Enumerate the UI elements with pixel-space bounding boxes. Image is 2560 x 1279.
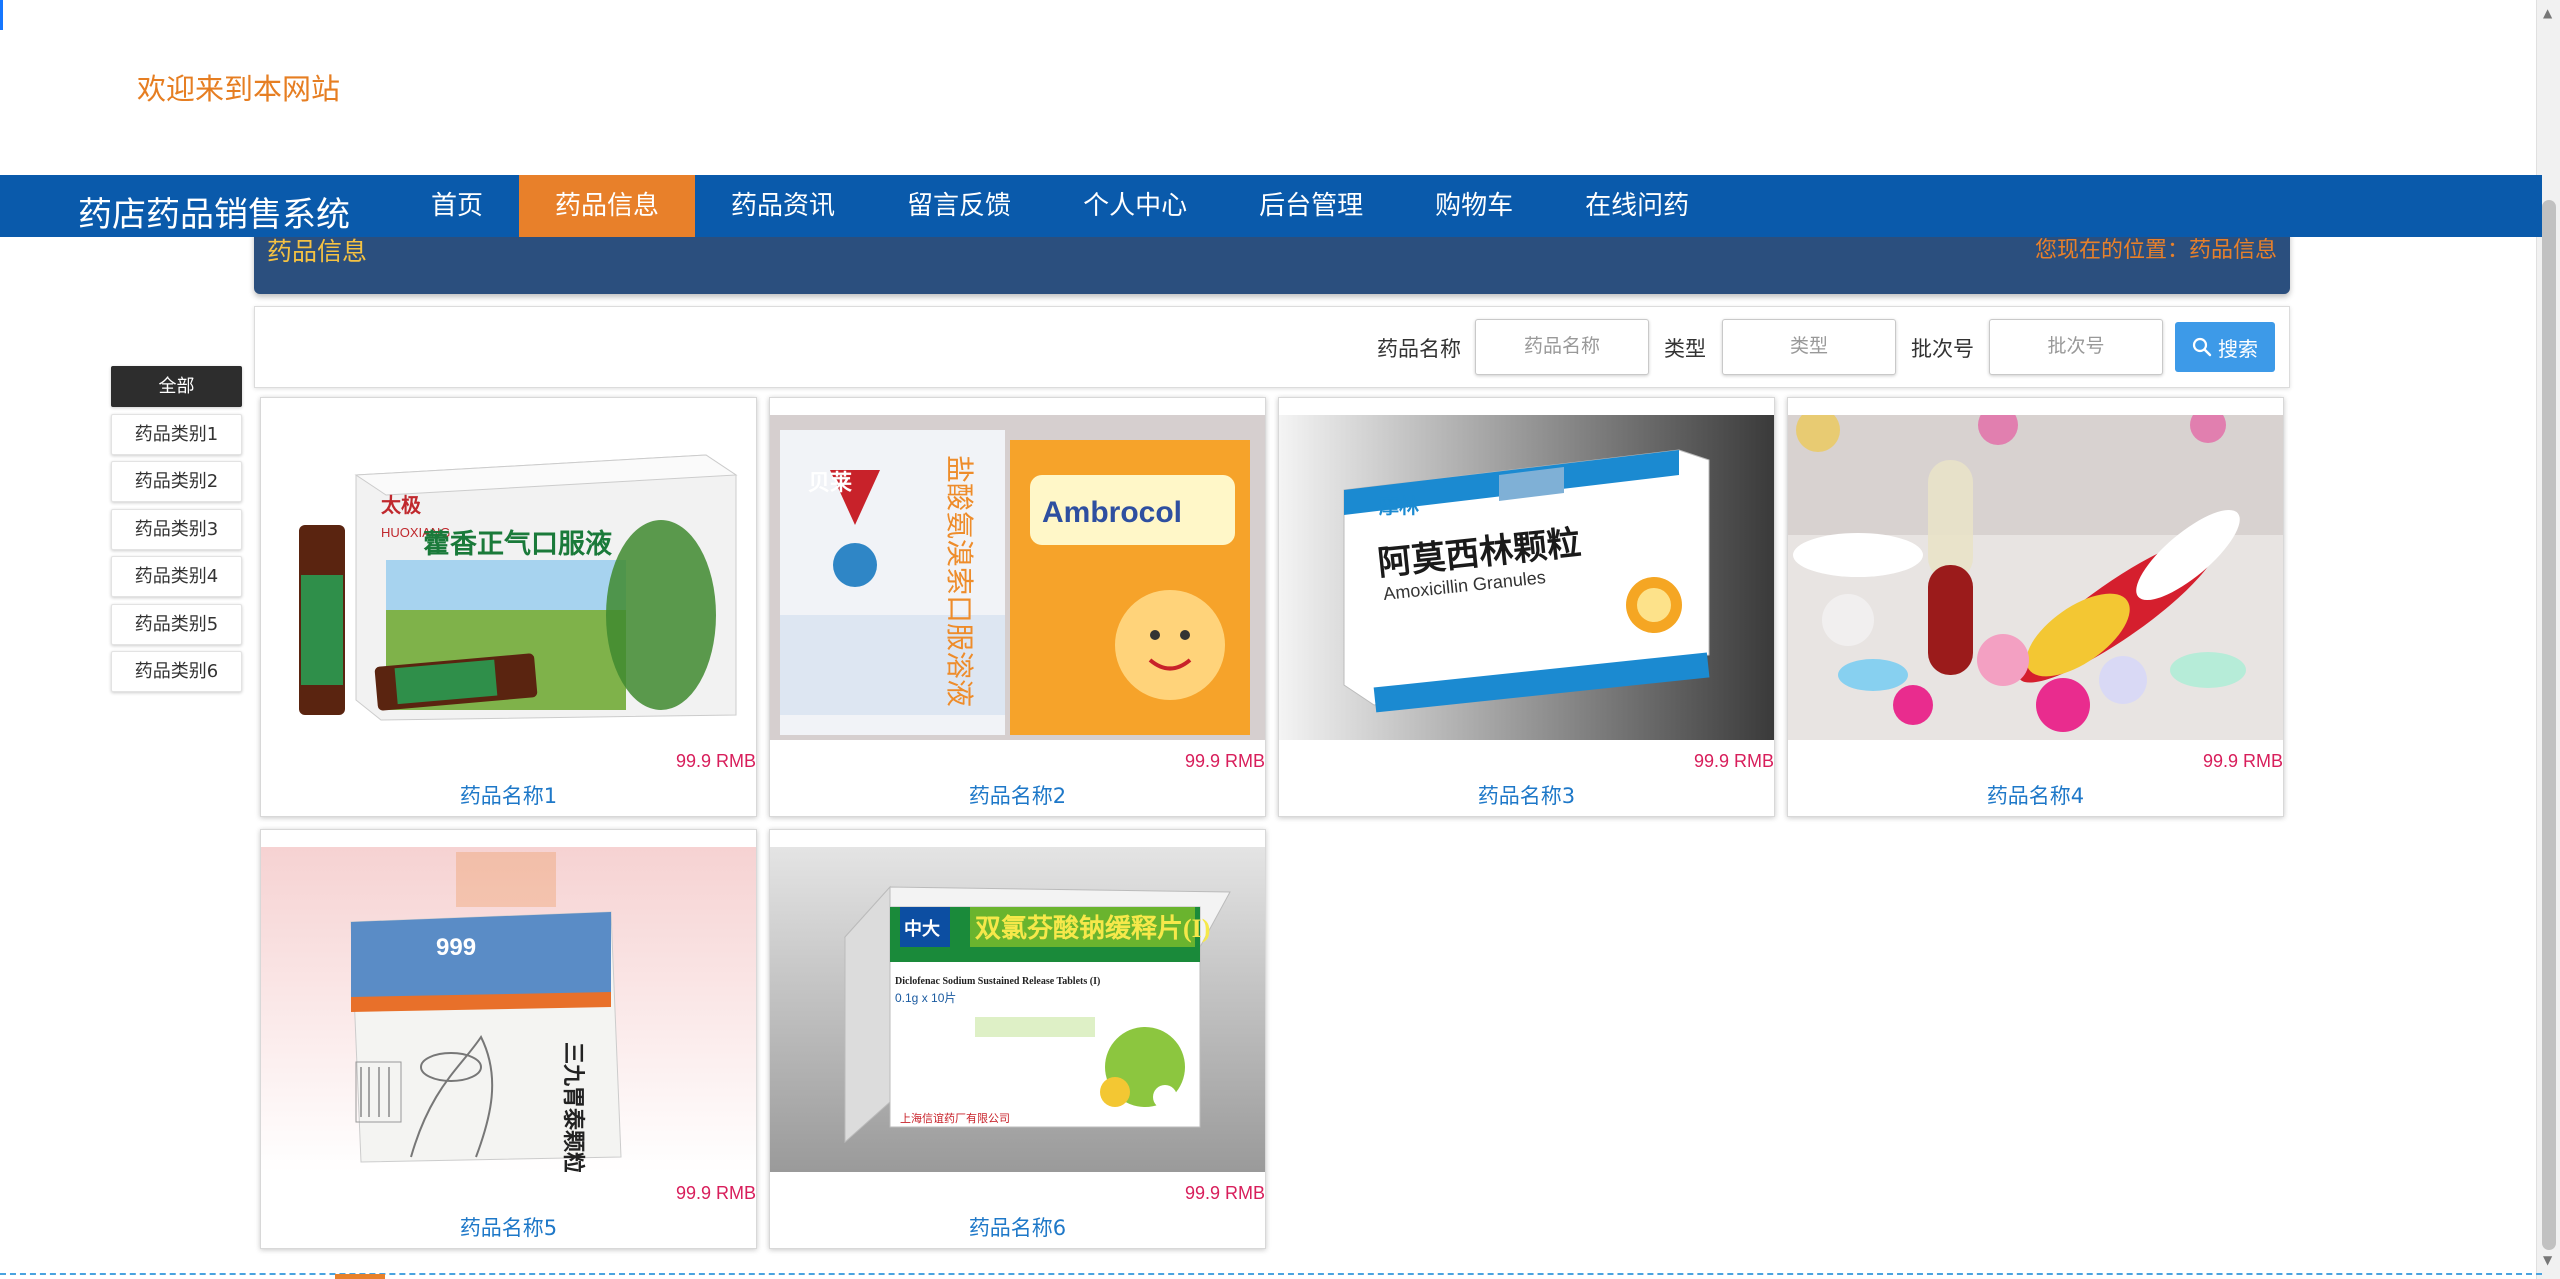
nav-menu: 首页 药品信息 药品资讯 留言反馈 个人中心 后台管理 购物车 在线问药: [395, 175, 1725, 237]
welcome-text: 欢迎来到本网站: [137, 72, 341, 106]
product-price: 99.9 RMB: [1184, 751, 1265, 771]
svg-text:盐酸氨溴索口服溶液: 盐酸氨溴索口服溶液: [944, 455, 975, 707]
corner-marker: [0, 0, 3, 30]
svg-text:999: 999: [436, 934, 476, 961]
svg-text:藿香正气口服液: 藿香正气口服液: [423, 529, 612, 559]
product-price: 99.9 RMB: [1693, 751, 1774, 771]
svg-text:贝莱: 贝莱: [808, 470, 852, 495]
type-input[interactable]: [1722, 319, 1896, 375]
category-item[interactable]: 药品类别6: [111, 651, 242, 692]
product-price: 99.9 RMB: [2202, 751, 2283, 771]
category-sidebar: 全部 药品类别1 药品类别2 药品类别3 药品类别4 药品类别5 药品类别6: [111, 366, 242, 699]
product-card[interactable]: 摩林 阿莫西林颗粒 Amoxicillin Granules 99.9 RMB …: [1278, 397, 1775, 817]
product-card[interactable]: 太极 HUOXIANG 藿香正气口服液 99.9 RMB 药品名称1: [260, 397, 757, 817]
search-button-label: 搜索: [2218, 338, 2258, 361]
bottom-accent: [335, 1274, 385, 1279]
main-navbar: 药店药品销售系统 首页 药品信息 药品资讯 留言反馈 个人中心 后台管理 购物车…: [0, 175, 2542, 237]
product-card[interactable]: 双氯芬酸钠缓释片(I) Diclofenac Sodium Sustained …: [769, 829, 1266, 1249]
nav-item-feedback[interactable]: 留言反馈: [871, 175, 1047, 237]
category-item[interactable]: 药品类别5: [111, 603, 242, 645]
product-name[interactable]: 药品名称1: [261, 780, 756, 810]
batch-label: 批次号: [1911, 337, 1974, 361]
product-card[interactable]: 999 三九胃泰颗粒 99.9 RMB 药品名称5: [260, 829, 757, 1249]
page-title: 药品信息: [267, 237, 368, 266]
svg-text:双氯芬酸钠缓释片(I): 双氯芬酸钠缓释片(I): [975, 913, 1210, 943]
product-name[interactable]: 药品名称4: [1788, 780, 2283, 810]
scroll-down-arrow-icon[interactable]: ▼: [2543, 1253, 2552, 1267]
scrollbar-thumb[interactable]: [2542, 200, 2556, 1250]
type-label: 类型: [1664, 337, 1706, 361]
nav-item-drug-info[interactable]: 药品信息: [519, 175, 696, 237]
svg-text:三九胃泰颗粒: 三九胃泰颗粒: [561, 1042, 586, 1172]
product-image[interactable]: 摩林 阿莫西林颗粒 Amoxicillin Granules: [1279, 415, 1774, 740]
category-item[interactable]: 药品类别2: [111, 461, 242, 502]
category-all[interactable]: 全部: [111, 366, 242, 407]
product-price: 99.9 RMB: [675, 751, 756, 771]
product-price: 99.9 RMB: [1184, 1183, 1265, 1203]
product-price: 99.9 RMB: [675, 1183, 756, 1203]
nav-item-cart[interactable]: 购物车: [1399, 175, 1549, 237]
svg-text:摩林: 摩林: [1379, 494, 1419, 518]
category-item[interactable]: 药品类别1: [111, 413, 242, 455]
site-brand[interactable]: 药店药品销售系统: [78, 187, 350, 236]
product-image[interactable]: 双氯芬酸钠缓释片(I) Diclofenac Sodium Sustained …: [770, 847, 1265, 1172]
svg-text:中大: 中大: [904, 918, 940, 939]
product-card[interactable]: 贝莱 盐酸氨溴索口服溶液 Ambrocol 99.9 RMB 药品名称2: [769, 397, 1266, 817]
nav-item-personal-center[interactable]: 个人中心: [1047, 175, 1223, 237]
page: 欢迎来到本网站 ▲ ▼ 药店药品销售系统 首页 药品信息 药品资讯 留言反馈 个…: [0, 0, 2560, 1279]
product-name[interactable]: 药品名称5: [261, 1212, 756, 1242]
product-image[interactable]: 贝莱 盐酸氨溴索口服溶液 Ambrocol: [770, 415, 1265, 740]
product-grid: 太极 HUOXIANG 藿香正气口服液 99.9 RMB 药品名称1 贝莱 盐酸…: [260, 397, 2290, 1249]
category-item[interactable]: 药品类别4: [111, 556, 242, 597]
svg-text:0.1g x 10片: 0.1g x 10片: [895, 991, 956, 1005]
product-name[interactable]: 药品名称3: [1279, 780, 1774, 810]
product-card[interactable]: 99.9 RMB 药品名称4: [1787, 397, 2284, 817]
svg-text:太极: 太极: [381, 493, 422, 517]
product-image[interactable]: [1788, 415, 2283, 740]
product-image[interactable]: 999 三九胃泰颗粒: [261, 847, 756, 1172]
nav-item-online-consult[interactable]: 在线问药: [1549, 175, 1725, 237]
drug-name-label: 药品名称: [1377, 337, 1461, 361]
category-item[interactable]: 药品类别3: [111, 508, 242, 550]
drug-name-input[interactable]: [1475, 319, 1649, 375]
nav-item-admin[interactable]: 后台管理: [1223, 175, 1399, 237]
scroll-up-arrow-icon[interactable]: ▲: [2543, 6, 2552, 20]
product-name[interactable]: 药品名称6: [770, 1212, 1265, 1242]
product-image[interactable]: 太极 HUOXIANG 藿香正气口服液: [261, 415, 756, 740]
svg-text:上海信谊药厂有限公司: 上海信谊药厂有限公司: [900, 1111, 1010, 1125]
search-button[interactable]: 搜索: [2175, 322, 2275, 372]
nav-item-home[interactable]: 首页: [395, 175, 519, 237]
search-panel: 药品名称 类型 批次号 搜索: [254, 306, 2290, 388]
breadcrumb: 药品信息 您现在的位置：药品信息: [254, 230, 2290, 294]
svg-text:Diclofenac Sodium Sustained Re: Diclofenac Sodium Sustained Release Tabl…: [895, 976, 1100, 987]
svg-text:Ambrocol: Ambrocol: [1042, 496, 1182, 529]
product-name[interactable]: 药品名称2: [770, 780, 1265, 810]
search-icon: [2192, 337, 2212, 357]
nav-item-drug-news[interactable]: 药品资讯: [695, 175, 871, 237]
batch-input[interactable]: [1989, 319, 2163, 375]
